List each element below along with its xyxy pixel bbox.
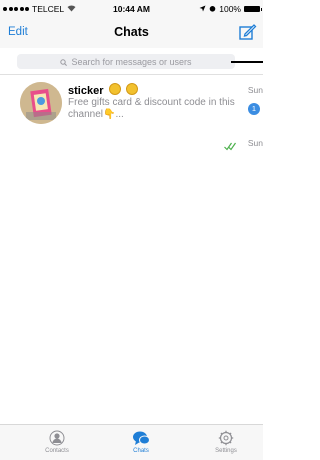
search-placeholder: Search for messages or users [71, 56, 192, 67]
chat-date: Sun [247, 85, 263, 95]
search-icon [60, 58, 68, 66]
contacts-icon [27, 430, 87, 446]
page-title: Chats [114, 25, 149, 39]
chat-preview: Free gifts card & discount code in this … [68, 97, 235, 120]
status-right: 100% [199, 4, 262, 14]
grinning-face-icon [125, 83, 138, 95]
chat-date: Sun [247, 138, 263, 148]
unread-badge: 1 [248, 103, 260, 115]
smiling-face-icon [108, 83, 121, 95]
chat-title-text: sticker [68, 85, 104, 97]
double-check-icon [224, 138, 236, 151]
compose-icon[interactable] [237, 22, 257, 42]
tab-contacts[interactable]: Contacts [27, 430, 87, 454]
battery-icon [244, 6, 262, 12]
settings-icon [196, 430, 256, 446]
tab-label: Chats [133, 448, 149, 454]
tab-chats[interactable]: Chats [111, 430, 171, 454]
chat-row-sticker[interactable]: sticker Free gifts card & discount code … [0, 76, 263, 132]
chats-icon [111, 430, 171, 446]
location-icon [199, 4, 206, 14]
search-section: Search for messages or users [0, 50, 263, 75]
tab-label: Contacts [45, 448, 69, 454]
chat-title: sticker [68, 83, 138, 97]
tab-settings[interactable]: Settings [196, 430, 256, 454]
tab-bar: Contacts Chats Settings [0, 424, 263, 460]
battery-percent: 100% [219, 4, 241, 14]
tab-label: Settings [215, 448, 237, 454]
nav-bar: Edit Chats [0, 18, 263, 48]
chat-row-2[interactable]: Sun [0, 132, 263, 152]
scroll-indicator [231, 61, 263, 63]
status-bar: TELCEL 10:44 AM 100% [0, 0, 263, 18]
chat-avatar [20, 82, 62, 124]
search-input[interactable]: Search for messages or users [17, 54, 235, 69]
alarm-icon [209, 4, 216, 14]
